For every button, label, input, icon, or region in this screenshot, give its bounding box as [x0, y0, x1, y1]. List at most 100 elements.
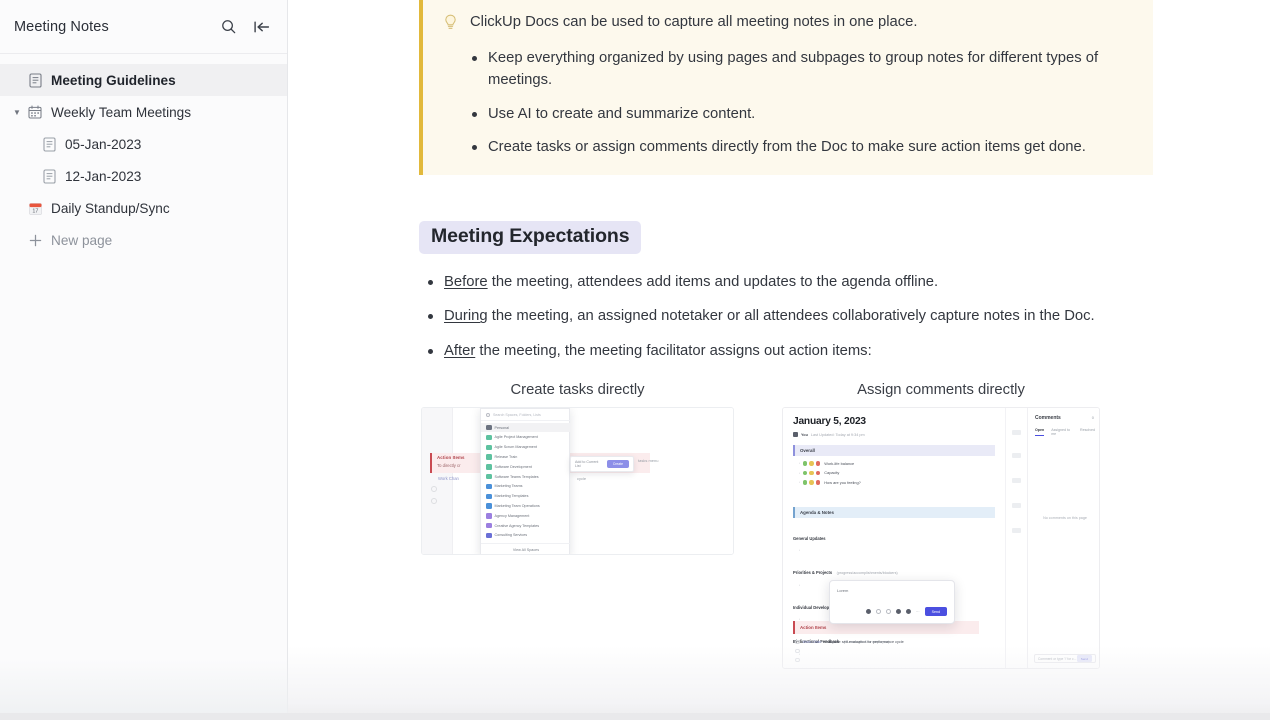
sidebar-bottom-fade — [0, 660, 288, 720]
sidebar-item-daily-standup-sync[interactable]: ▼ 17 Daily Standup/Sync — [0, 192, 287, 224]
shot-b-comments-title: Comments — [1035, 415, 1061, 422]
shot-a-menu-item[interactable]: Agile Project Management — [481, 433, 571, 443]
document-canvas[interactable]: ClickUp Docs can be used to capture all … — [288, 0, 1270, 720]
shot-a-menu-item[interactable]: Personal — [481, 422, 571, 433]
shot-a-menu-item[interactable]: Marketing Templates — [481, 491, 571, 501]
shot-a-menu-item[interactable]: Marketing Team Operations — [481, 501, 571, 511]
checkbox[interactable] — [795, 648, 800, 654]
sidebar-item-weekly-team-meetings[interactable]: ▼ Weekly Team Meetings — [0, 96, 287, 128]
mention-icon[interactable] — [875, 609, 881, 615]
shot-a-menu-item[interactable]: Agency Management — [481, 511, 571, 521]
chevron-down-icon[interactable]: ▼ — [10, 105, 24, 119]
sidebar-item-12-jan-2023[interactable]: 12-Jan-2023 — [0, 160, 287, 192]
status-dot-red — [815, 480, 821, 485]
space-color-swatch — [486, 444, 492, 451]
expectation-bullet: After the meeting, the meeting facilitat… — [428, 340, 1149, 362]
shot-b-comments-empty-state: No comments on this page — [1043, 516, 1087, 521]
shot-b-action-items-label: Action Items — [800, 625, 827, 631]
shot-a-menu-item-label: Software Development — [494, 464, 532, 469]
status-dot-red — [815, 461, 821, 466]
figure-caption: Create tasks directly — [510, 382, 645, 399]
sidebar-item-label: Weekly Team Meetings — [51, 104, 192, 120]
space-color-swatch — [486, 522, 492, 529]
emoji-icon[interactable] — [865, 609, 871, 615]
shot-b-comments-tabs: Open Assigned to me Resolved — [1035, 428, 1095, 437]
shot-a-view-all-spaces[interactable]: View All Spaces — [481, 543, 571, 554]
status-dot-green — [803, 480, 808, 485]
shot-b-comments-panel: Comments 0 Open Assigned to me Resolved … — [1027, 408, 1099, 669]
shot-a-create-button[interactable]: Create — [606, 460, 629, 469]
bullet-dot: • — [799, 548, 801, 553]
tab-assigned-to-me[interactable]: Assigned to me — [1051, 428, 1073, 436]
shot-b-action-text: Complete self-evaluation for performance… — [824, 640, 904, 645]
bullet-dot: • — [799, 470, 801, 475]
shot-b-send-button[interactable]: Send — [924, 607, 947, 617]
figure-assign-comments: Assign comments directly January 5, 2023… — [782, 382, 1100, 670]
status-dot-green — [803, 470, 808, 476]
shot-a-menu-item[interactable]: Software Teams Templates — [481, 472, 571, 482]
shot-a-menu-item[interactable]: Software Development — [481, 462, 571, 472]
callout-lead-text: ClickUp Docs can be used to capture all … — [470, 14, 918, 30]
shot-a-action-items-label: Action Items — [437, 455, 465, 461]
sidebar-item-meeting-guidelines[interactable]: ▼ Meeting Guidelines — [0, 64, 287, 96]
section-heading-wrapper: Meeting Expectations — [419, 220, 1149, 254]
embedded-screenshot-create-tasks[interactable]: Action Items To directly cr Work Chan ta… — [421, 407, 734, 556]
shot-b-comment-popup[interactable]: Lorem ⋯ Send — [829, 580, 955, 625]
collapse-sidebar-icon[interactable] — [251, 16, 273, 38]
tab-resolved[interactable]: Resolved — [1080, 428, 1095, 436]
expectation-bullet-rest: the meeting, attendees add items and upd… — [487, 273, 939, 290]
shot-a-menu-item[interactable]: Agile Scrum Management — [481, 442, 571, 452]
shot-b-question-row: • How are you feeling? — [793, 480, 995, 485]
shot-a-menu-item-label: Consulting Services — [494, 533, 528, 538]
bullet-dot: • — [799, 651, 801, 656]
shot-b-agenda-label: Agenda & Notes — [800, 509, 834, 515]
embedded-screenshot-assign-comments[interactable]: January 5, 2023 You Last Updated: Today … — [782, 407, 1100, 670]
rail-placeholder — [1012, 453, 1021, 459]
checkbox[interactable] — [795, 657, 800, 663]
search-icon[interactable] — [217, 16, 239, 38]
shot-a-menu-item-label: Marketing Templates — [494, 494, 529, 499]
shot-b-comments-input[interactable]: Comment or type '/' for c... Send — [1034, 654, 1096, 664]
sidebar-item-05-jan-2023[interactable]: 05-Jan-2023 — [0, 128, 287, 160]
bullet-dot: • — [799, 461, 801, 466]
expectation-bullet-rest: the meeting, an assigned notetaker or al… — [487, 308, 1095, 325]
more-icon[interactable]: ⋯ — [916, 609, 920, 614]
doc-page-icon — [24, 71, 46, 89]
status-dot-yellow — [809, 480, 814, 485]
shot-a-menu-item-label: Software Teams Templates — [494, 474, 539, 479]
shot-a-right-note: tasks menu — [638, 458, 659, 464]
doc-page-icon — [38, 135, 60, 153]
assign-icon[interactable] — [895, 609, 901, 615]
shot-a-right-note-2: cycle — [577, 476, 587, 482]
new-page-button[interactable]: ▼ New page — [0, 224, 287, 256]
rail-placeholder — [1012, 478, 1021, 484]
shot-b-section-title: Priorities & Projects — [793, 570, 833, 576]
space-color-swatch — [486, 513, 492, 519]
shot-a-menu-item[interactable]: Marketing Teams — [481, 482, 571, 492]
new-page-label: New page — [51, 232, 113, 248]
shot-b-comments-send-button[interactable]: Send — [1076, 655, 1092, 663]
shot-a-left-gutter — [422, 408, 453, 555]
callout-lead-row: ClickUp Docs can be used to capture all … — [443, 12, 1127, 36]
shot-a-assignee: Work Chan — [438, 476, 459, 482]
shot-a-space-picker-menu[interactable]: Search Spaces, Folders, Lists Personal A… — [480, 408, 571, 555]
shot-b-section: General Updates • — [793, 527, 995, 553]
shot-a-menu-item-label: Release Train — [494, 455, 518, 460]
record-icon[interactable] — [905, 609, 911, 615]
checkbox[interactable] — [795, 639, 800, 645]
status-dot-green — [803, 461, 808, 466]
shot-b-date-title: January 5, 2023 — [793, 416, 866, 428]
shot-b-question-row: • Capacity — [793, 470, 995, 475]
attach-icon[interactable] — [885, 609, 891, 615]
shot-a-menu-item[interactable]: Release Train — [481, 452, 571, 462]
shot-a-search-field[interactable]: Search Spaces, Folders, Lists — [481, 409, 571, 422]
tab-open[interactable]: Open — [1035, 428, 1045, 437]
shot-a-menu-item[interactable]: Consulting Services — [481, 531, 571, 541]
tip-callout-block: ClickUp Docs can be used to capture all … — [419, 0, 1153, 175]
shot-a-menu-item[interactable]: Creative Agency Templates — [481, 521, 571, 531]
figure-create-tasks: Create tasks directly Action Items To di… — [421, 382, 734, 669]
space-color-swatch — [486, 424, 492, 431]
clickup-docs-window: Meeting Notes Meeting Guidelines ▼ Weekl… — [0, 0, 1270, 720]
shot-b-action-row: Work Chan Complete self-evaluation for p… — [795, 639, 904, 645]
rail-placeholder — [1012, 528, 1021, 534]
